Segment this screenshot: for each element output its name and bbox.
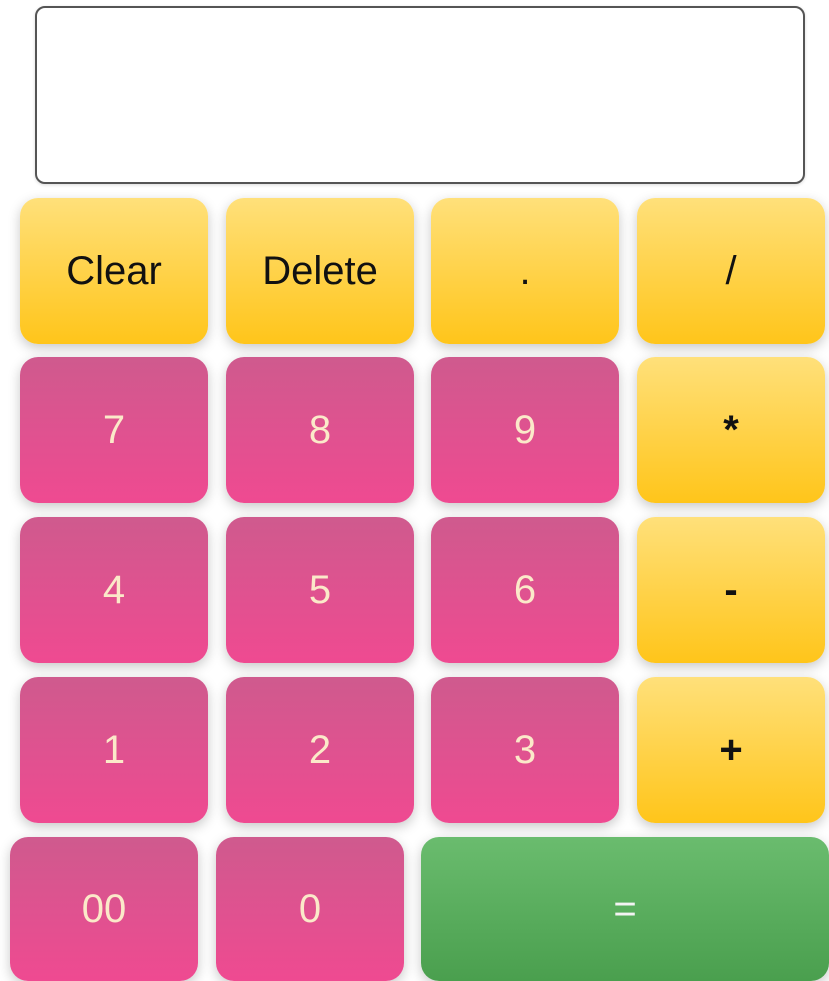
digit-1-button[interactable]: 1 [20, 677, 208, 823]
clear-button[interactable]: Clear [20, 198, 208, 344]
divide-button[interactable]: / [637, 198, 825, 344]
multiply-button[interactable]: * [637, 357, 825, 503]
delete-button[interactable]: Delete [226, 198, 414, 344]
digit-6-button[interactable]: 6 [431, 517, 619, 663]
digit-0-button[interactable]: 0 [216, 837, 404, 981]
double-zero-button[interactable]: 00 [10, 837, 198, 981]
digit-7-button[interactable]: 7 [20, 357, 208, 503]
digit-9-button[interactable]: 9 [431, 357, 619, 503]
calculator: Clear Delete . / 7 8 9 * 4 5 6 - 1 2 3 +… [0, 0, 829, 981]
calculator-display[interactable] [35, 6, 805, 184]
subtract-button[interactable]: - [637, 517, 825, 663]
digit-5-button[interactable]: 5 [226, 517, 414, 663]
equals-button[interactable]: = [421, 837, 829, 981]
digit-8-button[interactable]: 8 [226, 357, 414, 503]
add-button[interactable]: + [637, 677, 825, 823]
decimal-button[interactable]: . [431, 198, 619, 344]
digit-4-button[interactable]: 4 [20, 517, 208, 663]
digit-3-button[interactable]: 3 [431, 677, 619, 823]
digit-2-button[interactable]: 2 [226, 677, 414, 823]
